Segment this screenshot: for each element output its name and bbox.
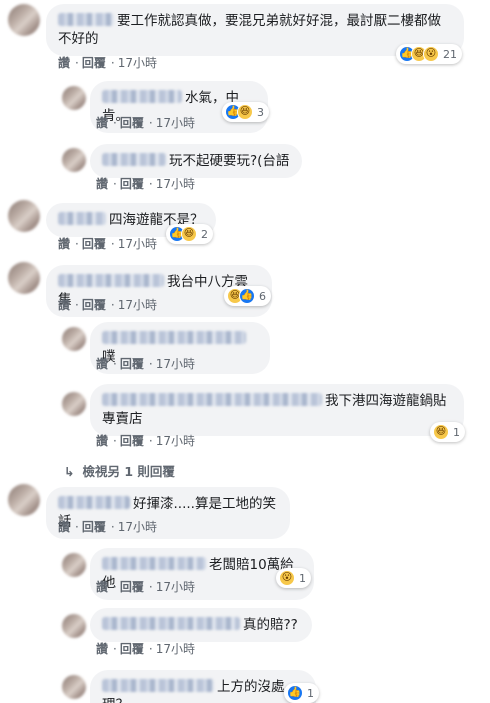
reply-action[interactable]: 回覆	[120, 434, 144, 448]
comment-bubble: 真的賠??	[90, 608, 312, 642]
reply-action[interactable]: 回覆	[120, 116, 144, 130]
commenter-name[interactable]	[58, 13, 114, 26]
reply-action[interactable]: 回覆	[82, 56, 106, 70]
commenter-name[interactable]	[58, 496, 130, 509]
reaction-summary[interactable]: 👍 😆 3	[222, 102, 269, 122]
reply-action[interactable]: 回覆	[120, 177, 144, 191]
comment-text: 要工作就認真做，要混兄弟就好好混，最討厭二樓都做不好的	[58, 13, 441, 47]
reaction-summary[interactable]: 😆 1	[430, 422, 465, 442]
reaction-count: 1	[299, 571, 306, 585]
like-action[interactable]: 讚	[58, 520, 70, 534]
comment-text: 玩不起硬要玩?(台語	[169, 153, 290, 169]
comment-actions: 讚 · 回覆 · 17小時	[58, 237, 157, 251]
commenter-name[interactable]	[102, 393, 322, 406]
timestamp[interactable]: 17小時	[118, 56, 157, 70]
reaction-summary[interactable]: 👍 1	[284, 683, 319, 703]
reaction-count: 21	[443, 47, 457, 61]
like-action[interactable]: 讚	[96, 116, 108, 130]
reply-action[interactable]: 回覆	[82, 520, 106, 534]
commenter-name[interactable]	[102, 679, 214, 692]
avatar[interactable]	[62, 148, 86, 172]
like-icon: 👍	[239, 288, 255, 304]
comment-actions: 讚 · 回覆 · 17小時	[58, 56, 157, 70]
comment-actions: 讚 · 回覆 · 17小時	[96, 434, 195, 448]
avatar[interactable]	[62, 614, 86, 638]
like-action[interactable]: 讚	[96, 642, 108, 656]
avatar[interactable]	[8, 4, 40, 36]
view-more-replies-link[interactable]: ↳ 檢視另 1 則回覆	[64, 461, 175, 480]
haha-icon: 😆	[433, 424, 449, 440]
comment-actions: 讚 · 回覆 · 17小時	[96, 580, 195, 594]
wow-icon: 😮	[423, 46, 439, 62]
reply-action[interactable]: 回覆	[120, 357, 144, 371]
comment-bubble: 上方的沒處理？	[90, 670, 316, 703]
like-icon: 👍	[287, 685, 303, 701]
like-action[interactable]: 讚	[96, 177, 108, 191]
reaction-count: 3	[257, 105, 264, 119]
like-action[interactable]: 讚	[58, 298, 70, 312]
comment-actions: 讚 · 回覆 · 17小時	[96, 116, 195, 130]
avatar[interactable]	[62, 392, 86, 416]
timestamp[interactable]: 17小時	[156, 580, 195, 594]
comment-actions: 讚 · 回覆 · 17小時	[96, 357, 195, 371]
timestamp[interactable]: 17小時	[156, 434, 195, 448]
commenter-name[interactable]	[102, 557, 206, 570]
timestamp[interactable]: 17小時	[156, 116, 195, 130]
timestamp[interactable]: 17小時	[118, 237, 157, 251]
reaction-count: 2	[201, 227, 208, 241]
reaction-summary[interactable]: 👍 😆 2	[166, 224, 213, 244]
comment-actions: 讚 · 回覆 · 17小時	[58, 520, 157, 534]
timestamp[interactable]: 17小時	[156, 357, 195, 371]
reply-arrow-icon: ↳	[64, 464, 75, 479]
comment-text: 真的賠??	[243, 617, 298, 633]
avatar[interactable]	[62, 327, 86, 351]
timestamp[interactable]: 17小時	[156, 642, 195, 656]
reaction-count: 1	[307, 686, 314, 700]
comment-bubble: 玩不起硬要玩?(台語	[90, 144, 302, 178]
reaction-summary[interactable]: 👍 😆 😮 21	[396, 44, 462, 64]
commenter-name[interactable]	[102, 90, 182, 103]
like-action[interactable]: 讚	[96, 434, 108, 448]
reaction-summary[interactable]: 😮 1	[276, 568, 311, 588]
like-action[interactable]: 讚	[96, 357, 108, 371]
commenter-name[interactable]	[58, 274, 164, 287]
comment-actions: 讚 · 回覆 · 17小時	[58, 298, 157, 312]
avatar[interactable]	[62, 86, 86, 110]
comment-actions: 讚 · 回覆 · 17小時	[96, 177, 195, 191]
wow-icon: 😮	[279, 570, 295, 586]
commenter-name[interactable]	[102, 617, 240, 630]
haha-icon: 😆	[237, 104, 253, 120]
avatar[interactable]	[62, 675, 86, 699]
like-action[interactable]: 讚	[58, 237, 70, 251]
reply-action[interactable]: 回覆	[120, 580, 144, 594]
reaction-count: 6	[259, 289, 266, 303]
avatar[interactable]	[62, 553, 86, 577]
timestamp[interactable]: 17小時	[118, 298, 157, 312]
comment-actions: 讚 · 回覆 · 17小時	[96, 642, 195, 656]
comment-bubble: 我下港四海遊龍鍋貼專賣店	[90, 384, 464, 436]
reaction-summary[interactable]: 😆 👍 6	[224, 286, 271, 306]
timestamp[interactable]: 17小時	[156, 177, 195, 191]
commenter-name[interactable]	[58, 212, 106, 225]
reply-action[interactable]: 回覆	[82, 298, 106, 312]
reaction-count: 1	[453, 425, 460, 439]
reply-action[interactable]: 回覆	[82, 237, 106, 251]
like-action[interactable]: 讚	[58, 56, 70, 70]
avatar[interactable]	[8, 262, 40, 294]
avatar[interactable]	[8, 200, 40, 232]
timestamp[interactable]: 17小時	[118, 520, 157, 534]
commenter-name[interactable]	[102, 331, 246, 344]
commenter-name[interactable]	[102, 153, 166, 166]
reply-action[interactable]: 回覆	[120, 642, 144, 656]
like-action[interactable]: 讚	[96, 580, 108, 594]
avatar[interactable]	[8, 484, 40, 516]
haha-icon: 😆	[181, 226, 197, 242]
